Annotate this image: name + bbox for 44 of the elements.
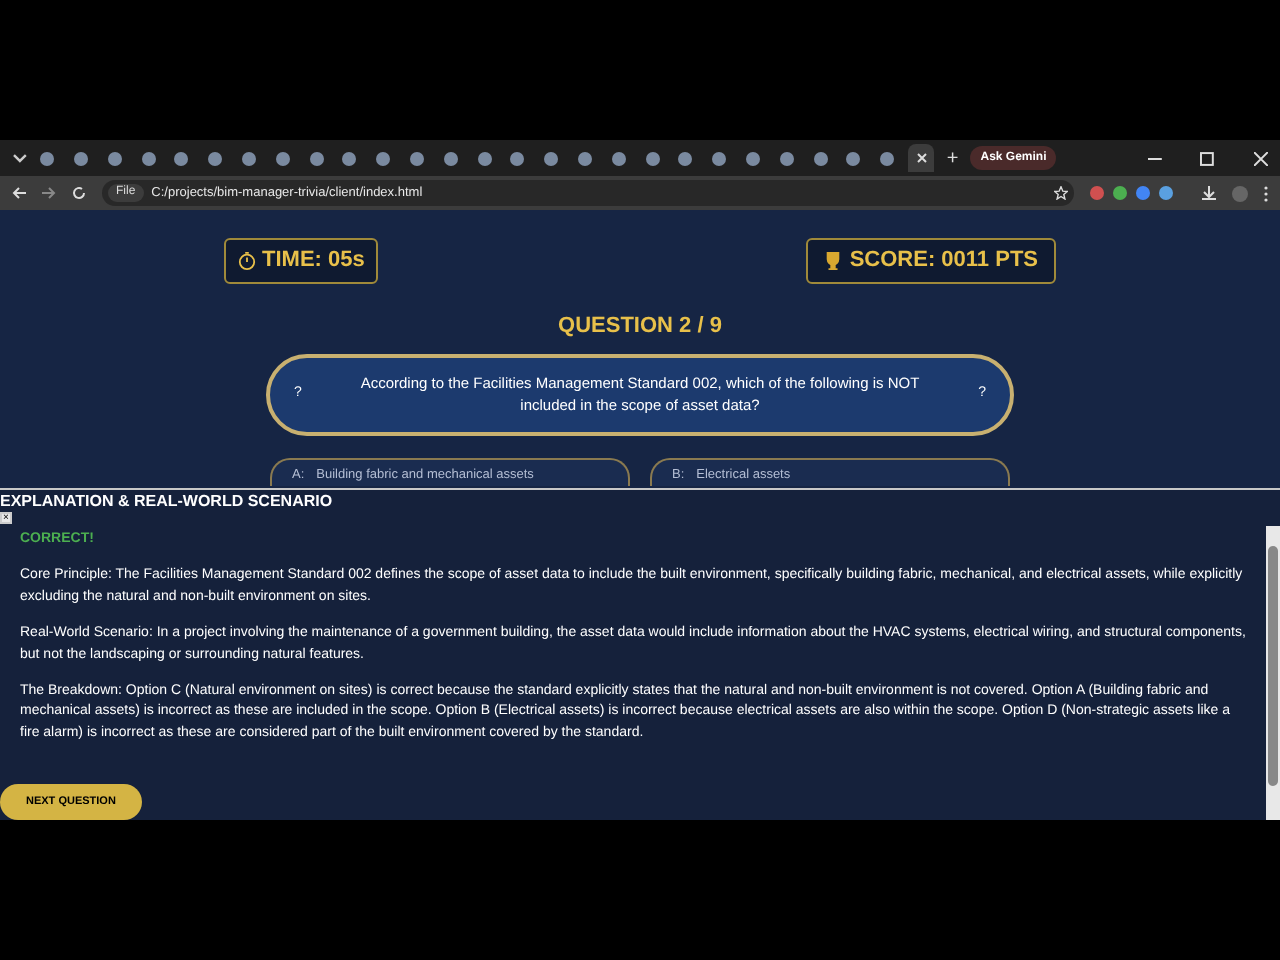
favicon-icon [578,151,593,165]
close-icon[interactable] [1254,151,1268,165]
stopwatch-icon [238,252,256,270]
favicon-icon [544,151,559,165]
timer-display: TIME: 05s [224,238,379,284]
back-icon[interactable] [12,186,26,200]
favicon-icon [74,151,89,165]
favicon-icon [678,151,693,165]
favicon-icon [174,151,189,165]
favicon-icon [611,151,626,165]
forward-icon[interactable] [42,186,56,200]
favicon-icon [242,151,257,165]
favicon-icon [712,151,727,165]
favicon-icon [208,151,223,165]
favicon-icon [846,151,861,165]
new-tab-button[interactable]: + [946,143,959,173]
reload-icon[interactable] [72,186,86,200]
scrollbar[interactable] [1266,526,1280,820]
favicon-icon [309,151,324,165]
favicon-icon [275,151,290,165]
favicon-icon [376,151,391,165]
close-icon[interactable] [915,152,927,164]
panel-title: EXPLANATION & REAL-WORLD SCENARIO [0,492,335,512]
star-icon[interactable] [1054,186,1068,200]
favicon-icon [813,151,828,165]
favicon-icon [443,151,458,165]
download-icon[interactable] [1202,186,1216,200]
favicon-icon [510,151,525,165]
favicon-icon [880,151,895,165]
favicon-icon [746,151,761,165]
favicon-icon [107,151,122,165]
question-counter: QUESTION 2 / 9 [556,312,724,342]
favicon-icon [645,151,660,165]
favicon-icon [410,151,425,165]
trophy-icon [823,252,842,270]
maximize-icon[interactable] [1200,151,1215,165]
favicon-icon [342,151,357,165]
favicon-icon [779,151,794,165]
browser-tab[interactable] [907,144,935,172]
chevron-icon[interactable] [12,150,28,166]
favicon-icon [141,151,156,165]
favicon-icon [477,151,492,165]
score-display: SCORE: 0011 PTS [805,238,1056,284]
favicon-icon [40,151,55,165]
